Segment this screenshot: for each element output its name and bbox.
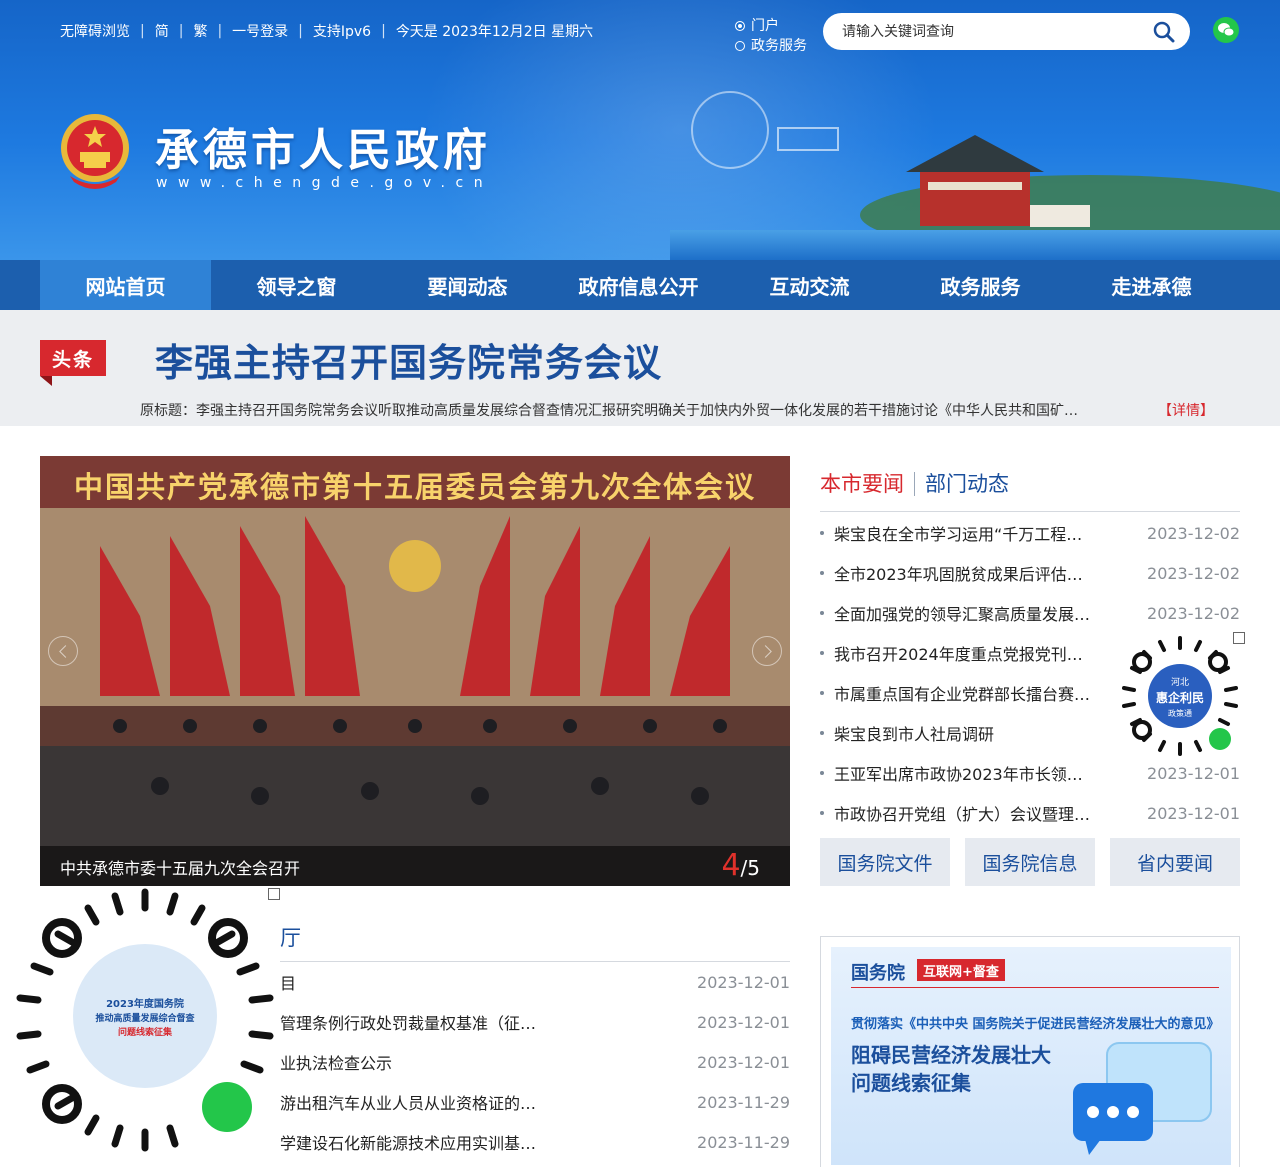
main-nav: 网站首页 领导之窗 要闻动态 政府信息公开 互动交流 政务服务 走进承德 xyxy=(0,260,1280,310)
slide-banner-text: 中国共产党承德市第十五届委员会第九次全体会议 xyxy=(73,470,756,504)
scope-service-radio[interactable]: 政务服务 xyxy=(735,36,807,56)
nav-news[interactable]: 要闻动态 xyxy=(382,260,553,310)
nav-about[interactable]: 走进承德 xyxy=(1066,260,1237,310)
headline-more-link[interactable]: 【详情】 xyxy=(1158,400,1214,420)
ipv6-label: 支持Ipv6 xyxy=(312,24,372,40)
national-emblem-icon xyxy=(58,112,132,192)
news-tabs: 本市要闻 部门动态 xyxy=(820,470,1240,512)
search-scope: 门户 政务服务 xyxy=(735,16,807,56)
list-item[interactable]: 全面加强党的领导汇聚高质量发展… 2023-12-02 xyxy=(820,593,1240,633)
site-header: 无障碍浏览 | 简 | 繁 | 一号登录 | 支持Ipv6 | 今天是 2023年12月2… xyxy=(0,0,1280,260)
close-icon[interactable] xyxy=(268,888,280,900)
miniprogram-icon xyxy=(1209,728,1231,750)
qr-small-label: 河北 惠企利民 政策通 xyxy=(1155,678,1204,718)
headline-badge: 头条 xyxy=(40,330,106,386)
nav-services[interactable]: 政务服务 xyxy=(895,260,1066,310)
list-item[interactable]: 柴宝良在全市学习运用“千万工程… 2023-12-02 xyxy=(820,513,1240,553)
tab-city-news[interactable]: 本市要闻 xyxy=(820,470,904,498)
nav-interaction[interactable]: 互动交流 xyxy=(724,260,895,310)
wechat-icon[interactable] xyxy=(1213,17,1239,43)
slide-caption[interactable]: 中共承德市委十五届九次全会召开 xyxy=(60,855,300,879)
promo-title-2: 问题线索征集 xyxy=(851,1071,971,1095)
list-item[interactable]: 游出租汽车从业人员从业资格证的… 2023-11-29 xyxy=(280,1082,790,1122)
section-list: 目 2023-12-01 管理条例行政处罚裁量权基准（征… 2023-12-01 业… xyxy=(280,962,790,1162)
traditional-link[interactable]: 繁 xyxy=(193,21,207,41)
meeting-photo xyxy=(40,508,790,886)
search-box xyxy=(823,13,1190,50)
close-icon[interactable] xyxy=(1233,632,1245,644)
slide-prev-icon[interactable] xyxy=(48,636,78,666)
miniprogram-icon xyxy=(202,1082,252,1132)
list-item[interactable]: 学建设石化新能源技术应用实训基… 2023-11-29 xyxy=(280,1122,790,1162)
headline-title[interactable]: 李强主持召开国务院常务会议 xyxy=(155,332,662,387)
site-title: 承德市人民政府 xyxy=(155,125,491,176)
promo-subtitle: 贯彻落实《中共中央 国务院关于促进民营经济发展壮大的意见》 xyxy=(851,1017,1220,1032)
qr-big-label: 2023年度国务院 推动高质量发展综合督查 问题线索征集 xyxy=(95,999,195,1038)
promo-brand: 国务院 xyxy=(851,963,905,984)
nav-gov-info[interactable]: 政府信息公开 xyxy=(553,260,724,310)
site-url: www.chengde.gov.cn xyxy=(156,175,494,191)
slide-next-icon[interactable] xyxy=(752,636,782,666)
headline-summary: 原标题：李强主持召开国务院常务会议听取推动高质量发展综合督查情况汇报研究明确关于… xyxy=(140,403,1078,419)
header-scenery-image xyxy=(670,90,1280,260)
scope-portal-radio[interactable]: 门户 xyxy=(735,16,807,36)
nav-home[interactable]: 网站首页 xyxy=(40,260,211,310)
slide-counter: 4/5 xyxy=(721,848,760,883)
date-label: 今天是 2023年12月2日 星期六 xyxy=(395,24,594,40)
list-item[interactable]: 市政协召开党组（扩大）会议暨理… 2023-12-01 xyxy=(820,793,1240,833)
promo-title-1: 阻碍民营经济发展壮大 xyxy=(851,1043,1051,1067)
top-links: 无障碍浏览 | 简 | 繁 | 一号登录 | 支持Ipv6 | 今天是 2023年12月2… xyxy=(60,21,594,41)
login-link[interactable]: 一号登录 xyxy=(232,21,288,41)
accessibility-link[interactable]: 无障碍浏览 xyxy=(60,21,130,41)
tab-department-news[interactable]: 部门动态 xyxy=(925,470,1009,498)
list-item[interactable]: 业执法检查公示 2023-12-01 xyxy=(280,1042,790,1082)
simplified-link[interactable]: 简 xyxy=(155,21,169,41)
slide-caption-bar: 中共承德市委十五届九次全会召开 4/5 xyxy=(40,846,790,886)
quick-links: 国务院文件 国务院信息 省内要闻 xyxy=(820,838,1240,886)
list-item[interactable]: 目 2023-12-01 xyxy=(280,962,790,1002)
promo-tag: 互联网+督查 xyxy=(917,959,1005,981)
state-council-info-button[interactable]: 国务院信息 xyxy=(965,838,1095,886)
promo-banner[interactable]: 国务院 互联网+督查 贯彻落实《中共中央 国务院关于促进民营经济发展壮大的意见》… xyxy=(820,936,1240,1167)
state-council-docs-button[interactable]: 国务院文件 xyxy=(820,838,950,886)
list-item[interactable]: 管理条例行政处罚裁量权基准（征… 2023-12-01 xyxy=(280,1002,790,1042)
province-news-button[interactable]: 省内要闻 xyxy=(1110,838,1240,886)
list-item[interactable]: 王亚军出席市政协2023年市长领… 2023-12-01 xyxy=(820,753,1240,793)
inspection-miniprogram-qr[interactable]: 2023年度国务院 推动高质量发展综合督查 问题线索征集 xyxy=(10,886,280,1156)
policy-miniprogram-qr[interactable]: 河北 惠企利民 政策通 xyxy=(1116,636,1244,756)
section-title[interactable]: 厅 xyxy=(280,922,301,952)
search-icon[interactable] xyxy=(1153,21,1175,43)
photo-slideshow[interactable]: 中国共产党承德市第十五届委员会第九次全体会议 中共承德市委十五届九次全会召开 4… xyxy=(40,456,790,886)
nav-leaders[interactable]: 领导之窗 xyxy=(211,260,382,310)
list-item[interactable]: 全市2023年巩固脱贫成果后评估… 2023-12-02 xyxy=(820,553,1240,593)
search-input[interactable] xyxy=(842,23,1153,40)
chat-bubble-icon xyxy=(1067,1039,1217,1159)
